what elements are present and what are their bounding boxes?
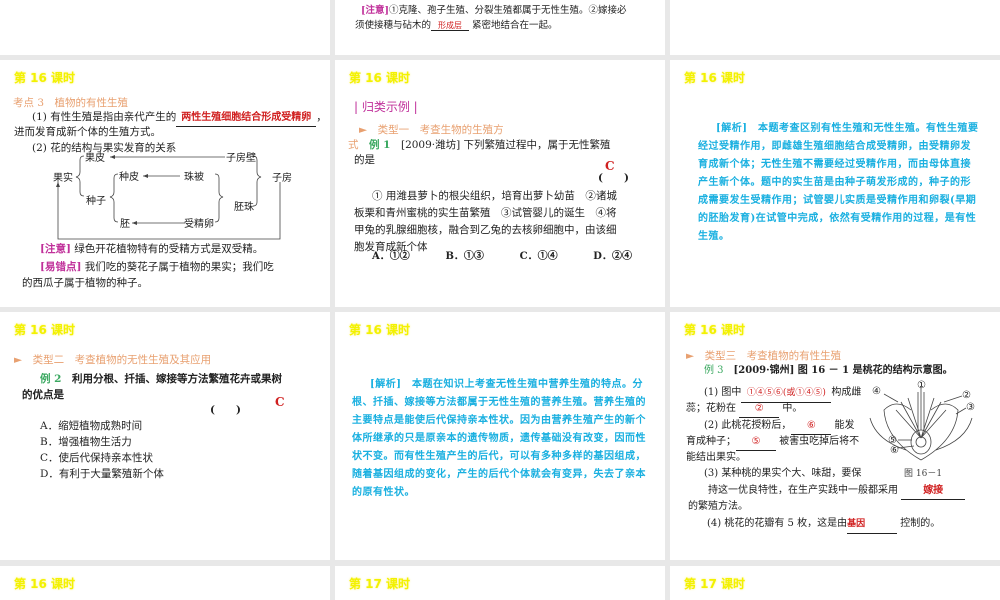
slide-thumbnail[interactable]: 第 16 课时 xyxy=(0,566,330,600)
label-zhongpi: 种皮 xyxy=(119,170,139,183)
answer-blank: 形成层 xyxy=(431,21,470,31)
slide-header: 第 16 课时 xyxy=(14,323,76,337)
question-text: [2009·锦州] 图 16 － 1 是桃花的结构示意图。 xyxy=(733,365,953,376)
choice-a: A．①② xyxy=(372,251,410,262)
question-text: 的优点是 xyxy=(22,389,64,401)
label-pei: 胚 xyxy=(120,218,130,230)
label-guoshi: 果实 xyxy=(53,171,73,184)
choice-c: C．①④ xyxy=(519,251,558,262)
slide-thumbnail[interactable]: 第 16 课时 ► 类型三 考查植物的有性生殖 例 3 [2009·锦州] 图 … xyxy=(670,312,1000,560)
slide-thumbnail[interactable] xyxy=(670,0,1000,55)
example-label: 例 2 xyxy=(40,373,62,385)
example-label: 例 3 xyxy=(704,365,724,376)
option-text: 板栗和青州蜜桃的实生苗繁殖 ③试管婴儿的诞生 ④将 xyxy=(354,207,617,219)
slide-thumbnail[interactable] xyxy=(0,0,330,55)
analysis-tag: [解析] xyxy=(716,123,748,134)
text: 构成雌 xyxy=(831,387,862,398)
question-text: 的是 xyxy=(354,154,375,166)
label-zhongzi: 种子 xyxy=(86,194,106,207)
text: (2) 此桃花授粉后， xyxy=(704,420,792,431)
slide-thumbnail[interactable]: 第 16 课时 [解析] 本题在知识上考查无性生殖中营养生殖的特点。分根、扦插、… xyxy=(335,312,665,560)
text: 控制的。 xyxy=(900,518,941,529)
note-text: ①克隆、孢子生殖、分裂生殖都属于无性生殖。②嫁接必 xyxy=(389,5,627,16)
slide-thumbnail[interactable]: 第 16 课时 考点 3 植物的有性生殖 (1) 有性生殖是指由亲代产生的 两性生… xyxy=(0,60,330,307)
slide-thumbnail[interactable]: 第 16 课时 ► 类型二 考查植物的无性生殖及其应用 例 2 利用分根、扦插、… xyxy=(0,312,330,560)
choice-b: B．增强植物生活力 xyxy=(40,436,132,448)
text: 育成种子； xyxy=(686,436,736,447)
label-guopi: 果皮 xyxy=(85,151,105,164)
example-label: 例 1 xyxy=(369,139,391,151)
analysis-tag: [解析] xyxy=(370,379,402,390)
error-tag: [易错点] xyxy=(40,261,82,273)
slide-thumbnail[interactable]: 第 17 课时 xyxy=(670,566,1000,600)
note-text: 紧密地结合在一起。 xyxy=(472,20,558,31)
label-zifang: 子房 xyxy=(272,171,292,184)
label-shoujingluan: 受精卵 xyxy=(184,217,214,230)
label-zifangbi: 子房壁 xyxy=(226,151,256,164)
text: 持这一优良特性，在生产实践中一般都采用 xyxy=(708,485,898,496)
section-title: | 归类示例 | xyxy=(354,100,418,114)
note-tag: [注意] xyxy=(361,5,389,16)
choice-a: A．缩短植物成熟时间 xyxy=(40,420,143,432)
slide-header: 第 17 课时 xyxy=(349,577,411,591)
slide-header: 第 16 课时 xyxy=(14,577,76,591)
text: 的繁殖方法。 xyxy=(688,501,748,512)
question-text: 利用分根、扦插、嫁接等方法繁殖花卉或果树 xyxy=(71,373,282,385)
analysis-text: 本题考查区别有性生殖和无性生殖。有性生殖要经过受精作用，即雌雄生殖细胞结合成受精… xyxy=(698,123,979,242)
slide-header: 第 17 课时 xyxy=(684,577,746,591)
answer-paren: ( ) xyxy=(210,404,241,416)
slide-header: 第 16 课时 xyxy=(684,71,746,85)
type-heading: ► 类型二 考查植物的无性生殖及其应用 xyxy=(14,354,212,366)
peach-flower-figure: ① ② ③ ④ ⑤ ⑥ xyxy=(869,380,975,461)
fig-label: ② xyxy=(962,390,971,401)
text: 被害虫吃掉后将不 xyxy=(779,436,860,447)
choice-b: B．①③ xyxy=(445,251,484,262)
text: (3) 某种桃的果实个大、味甜，要保 xyxy=(704,468,862,479)
choice-c: C．使后代保持亲本性状 xyxy=(40,452,154,464)
slide-header: 第 16 课时 xyxy=(349,323,411,337)
slide-thumbnail[interactable]: 第 17 课时 xyxy=(335,566,665,600)
option-text: ① 用潍县萝卜的根尖组织，培育出萝卜幼苗 ②诸城 xyxy=(372,190,617,202)
type-heading: 式 xyxy=(348,139,359,151)
note-line: 须使接穗与砧木的 形成层 紧密地结合在一起。 xyxy=(355,17,558,34)
slide-header: 第 16 课时 xyxy=(684,323,746,337)
answer-blank: 基因 xyxy=(847,516,898,534)
fig-label: ③ xyxy=(966,402,975,413)
label-peizhu: 胚珠 xyxy=(234,200,254,213)
fig-label: ① xyxy=(917,380,926,391)
option-text: 甲兔的乳腺细胞核，融合到乙兔的去核卵细胞中，由该细 xyxy=(354,224,617,236)
choice-d: D．②④ xyxy=(593,251,632,262)
note-text: 绿色开花植物特有的受精方式是双受精。 xyxy=(74,243,264,255)
text: 的西瓜子属于植物的种子。 xyxy=(22,277,148,289)
answer: C xyxy=(275,395,285,409)
fig-label: ⑥ xyxy=(890,445,899,456)
slide-thumbnail[interactable]: 第 16 课时 | 归类示例 | ► 类型一 考查生物的生殖方 式 例 1 [2… xyxy=(335,60,665,307)
question-text: [2009·潍坊] 下列繁殖过程中，属于无性繁殖 xyxy=(400,139,611,151)
choice-d: D．有利于大量繁殖新个体 xyxy=(40,468,164,480)
text: 我们吃的葵花子属于植物的果实；我们吃 xyxy=(84,261,274,273)
slide-header: 第 16 课时 xyxy=(349,71,411,85)
text: 能结出果实。 xyxy=(686,452,746,463)
text: (4) 桃花的花瓣有 5 枚，这是由 xyxy=(707,518,848,529)
answer-blank: ② xyxy=(739,400,780,418)
label-zhubei: 珠被 xyxy=(184,170,204,183)
slide-thumbnail[interactable]: [注意]①克隆、孢子生殖、分裂生殖都属于无性生殖。②嫁接必 须使接穗与砧木的 形成… xyxy=(335,0,665,55)
answer-paren: ( ) xyxy=(598,172,629,184)
note-text: 须使接穗与砧木的 xyxy=(355,20,432,31)
figure-caption: 图 16－1 xyxy=(904,469,943,479)
slide-thumbnail[interactable]: 第 16 课时 [解析] 本题考查区别有性生殖和无性生殖。有性生殖要经过受精作用… xyxy=(670,60,1000,307)
text: 能发 xyxy=(834,420,855,431)
analysis-text: 本题在知识上考查无性生殖中营养生殖的特点。分根、扦插、嫁接等方法都属于无性生殖的… xyxy=(352,379,646,498)
fig-label: ④ xyxy=(872,386,881,397)
text: (1) 图中 xyxy=(704,387,742,398)
answer-blank: 嫁接 xyxy=(901,482,966,500)
text: 中。 xyxy=(782,403,803,414)
note-tag: [注意] xyxy=(40,243,71,255)
text: 蕊；花粉在 xyxy=(686,403,736,414)
